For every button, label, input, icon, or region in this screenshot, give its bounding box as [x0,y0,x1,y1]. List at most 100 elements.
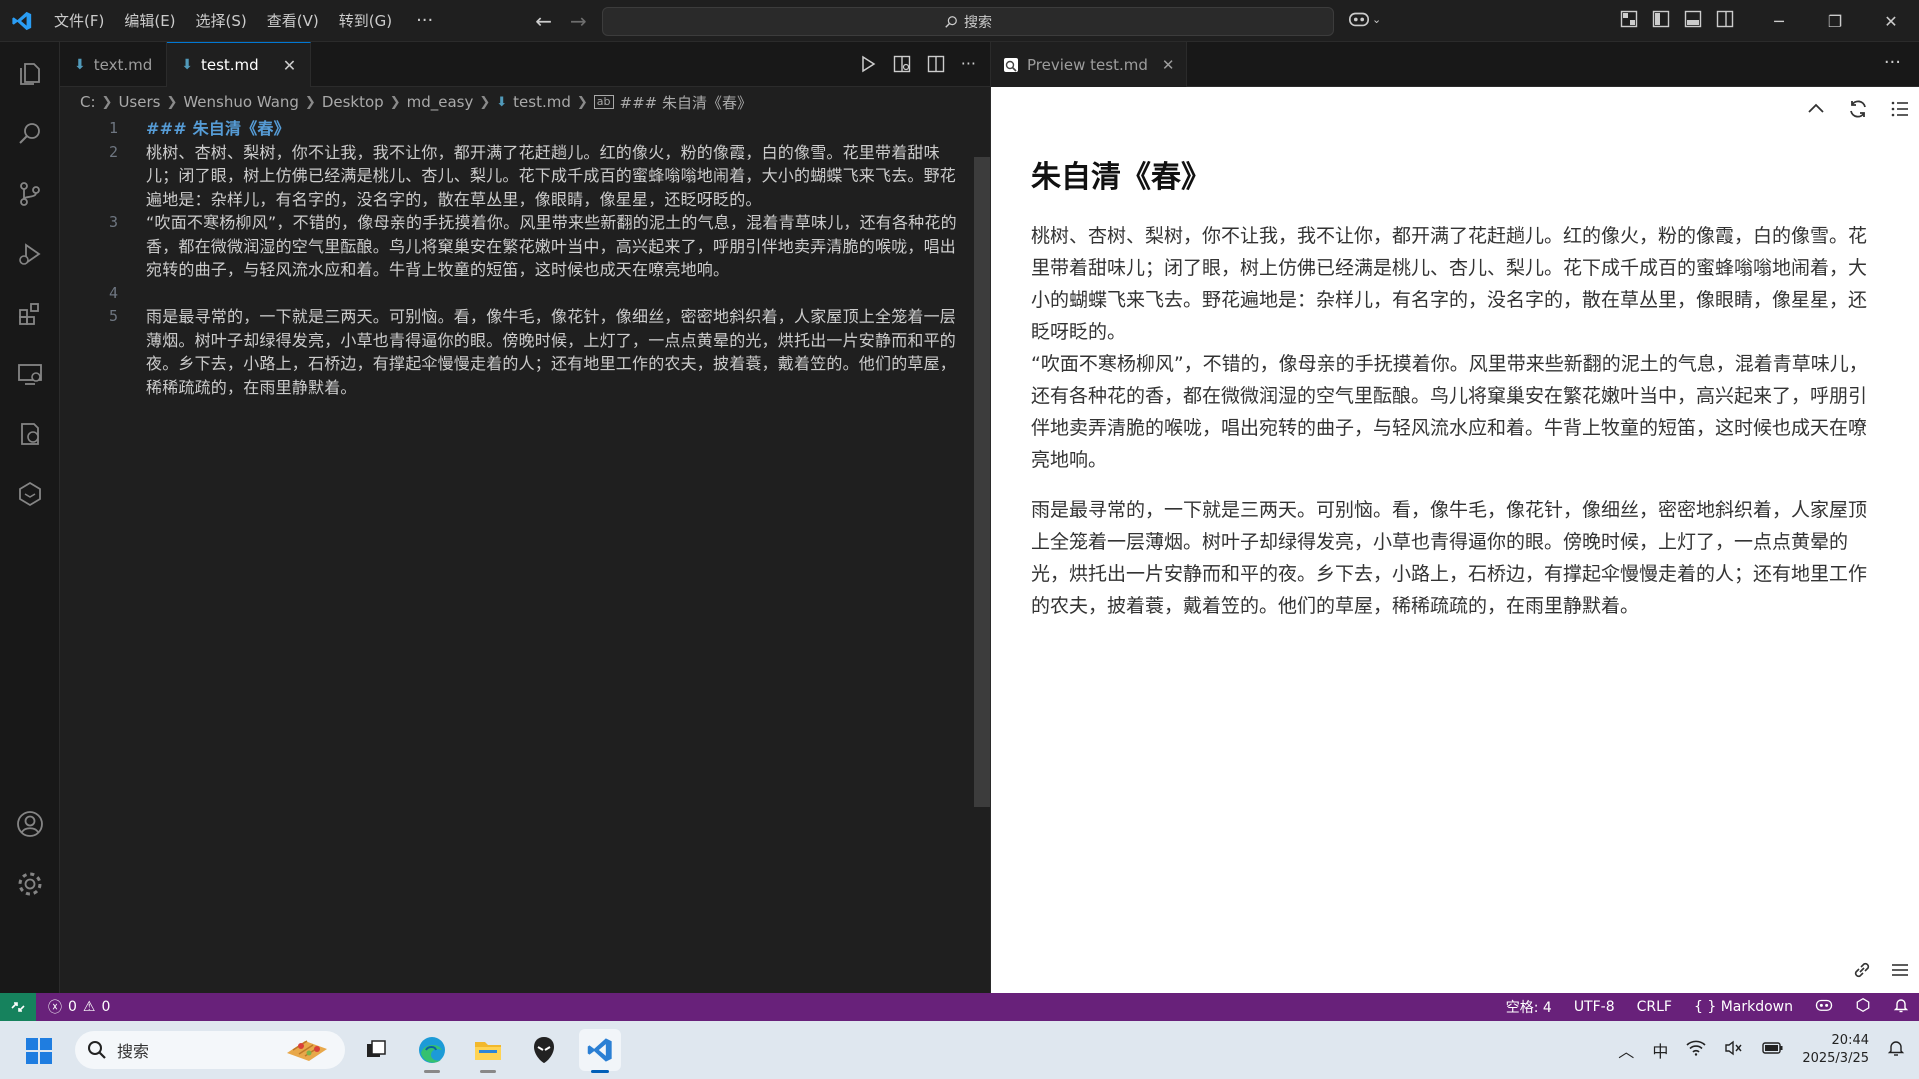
copilot-icon [1349,12,1369,27]
toggle-panel-icon[interactable] [1684,10,1702,28]
clock-date: 2025/3/25 [1802,1051,1869,1066]
notification-center-icon[interactable] [1887,1039,1905,1061]
copilot-chat-icon[interactable] [12,476,48,512]
volume-muted-icon[interactable] [1724,1040,1744,1060]
chevron-right-icon: ❯ [576,94,588,110]
copilot-status-icon[interactable] [1815,997,1833,1017]
accounts-icon[interactable] [12,806,48,842]
code-editor[interactable]: 1 ### 朱自清《春》 2 桃树、杏树、梨树，你不让我，我不让你，都开满了花赶… [60,117,974,399]
activity-bar [0,42,60,993]
ime-indicator[interactable]: 中 [1652,1038,1668,1062]
testing-icon[interactable] [12,416,48,452]
split-editor-icon[interactable] [927,55,945,73]
wifi-icon[interactable] [1686,1040,1706,1060]
alienware-app-icon[interactable] [523,1029,565,1071]
tab-preview-test-md[interactable]: Preview test.md ✕ [991,42,1188,87]
toggle-primary-sidebar-icon[interactable] [1652,10,1670,28]
menu-more-button[interactable]: ··· [402,10,447,31]
braces-icon: { } [1693,999,1717,1015]
back-arrow-icon[interactable]: ← [535,9,552,33]
scrollbar-thumb[interactable] [974,157,990,807]
toc-list-icon[interactable] [1889,98,1911,120]
open-preview-side-icon[interactable] [893,55,911,73]
remote-explorer-icon[interactable] [12,356,48,392]
breadcrumb-item[interactable]: md_easy [407,93,474,111]
chevron-right-icon: ❯ [166,94,178,110]
chevron-right-icon: ❯ [304,94,316,110]
line-number: 4 [108,283,118,302]
encoding-status[interactable]: UTF-8 [1574,999,1615,1015]
windows-taskbar: 搜索 ︿ 中 20:44 2025/3/25 [0,1021,1919,1079]
toggle-secondary-sidebar-icon[interactable] [1716,10,1734,28]
breadcrumb-item[interactable]: ### 朱自清《春》 [620,92,752,113]
taskbar-search-box[interactable]: 搜索 [75,1031,345,1069]
menu-selection[interactable]: 选择(S) [186,0,257,42]
tab-label: text.md [93,55,153,74]
menu-view[interactable]: 查看(V) [257,0,329,42]
customize-layout-icon[interactable] [1620,10,1638,28]
file-explorer-icon[interactable] [467,1029,509,1073]
explorer-icon[interactable] [12,56,48,92]
tab-text-md[interactable]: ⬇ text.md [60,42,168,87]
tab-test-md[interactable]: ⬇ test.md ✕ [167,42,312,87]
forward-arrow-icon[interactable]: → [570,9,587,33]
vscode-taskbar-icon[interactable] [579,1029,621,1073]
close-window-button[interactable]: ✕ [1863,0,1919,42]
close-tab-icon[interactable]: ✕ [1162,56,1175,74]
code-line: 4 [60,282,974,306]
chevron-up-icon[interactable] [1805,98,1827,120]
menu-edit[interactable]: 编辑(E) [114,0,185,42]
system-clock[interactable]: 20:44 2025/3/25 [1802,1032,1869,1068]
copilot-chat-status-icon[interactable] [1855,997,1871,1017]
manage-gear-icon[interactable] [12,866,48,902]
battery-icon[interactable] [1762,1040,1784,1060]
breadcrumb-item[interactable]: C: [80,93,96,111]
status-bar: ⓧ 0 ⚠ 0 空格: 4 UTF-8 CRLF { } Markdown [0,993,1919,1021]
refresh-icon[interactable] [1847,98,1869,120]
task-view-icon[interactable] [355,1029,397,1071]
run-icon[interactable] [859,55,877,73]
chevron-right-icon: ❯ [101,94,113,110]
breadcrumb: C: ❯ Users ❯ Wenshuo Wang ❯ Desktop ❯ md_eas… [60,87,990,117]
more-actions-icon[interactable]: ··· [1884,52,1901,73]
breadcrumb-item[interactable]: Desktop [322,93,384,111]
menu-go[interactable]: 转到(G) [329,0,402,42]
preview-heading: 朱自清《春》 [1031,160,1211,195]
menu-file[interactable]: 文件(F) [44,0,114,42]
copilot-button[interactable]: ⌄ [1348,9,1381,29]
more-actions-icon[interactable]: ··· [961,54,976,73]
problems-indicator[interactable]: ⓧ 0 ⚠ 0 [48,997,110,1017]
chevron-right-icon: ❯ [479,94,491,110]
chevron-up-icon[interactable]: ︿ [1618,1038,1634,1062]
restore-button[interactable]: ❐ [1807,0,1863,42]
minimize-button[interactable]: ─ [1751,0,1807,42]
close-tab-icon[interactable]: ✕ [283,56,296,75]
edge-browser-icon[interactable] [411,1029,453,1073]
taskbar-search-placeholder: 搜索 [117,1042,150,1061]
language-mode[interactable]: { } Markdown [1694,999,1793,1015]
indentation-status[interactable]: 空格: 4 [1506,997,1552,1017]
breadcrumb-item[interactable]: test.md [513,93,571,111]
extensions-icon[interactable] [12,296,48,332]
breadcrumb-item[interactable]: Users [118,93,160,111]
running-indicator [424,1070,440,1073]
link-icon[interactable] [1851,959,1873,981]
search-highlight-waffle-icon [281,1035,333,1065]
search-icon[interactable] [12,116,48,152]
run-debug-icon[interactable] [12,236,48,272]
preview-icon [1004,57,1018,72]
source-control-icon[interactable] [12,176,48,212]
vscode-logo-icon [0,0,44,42]
command-center-search[interactable]: 搜索 [602,7,1334,36]
code-line-text: 桃树、杏树、梨树，你不让我，我不让你，都开满了花赶趟儿。红的像火，粉的像霞，白的… [146,142,957,209]
notifications-bell-icon[interactable] [1893,997,1909,1017]
warning-count: 0 [101,999,111,1015]
eol-status[interactable]: CRLF [1637,999,1672,1015]
menu-lines-icon[interactable] [1889,959,1911,981]
breadcrumb-item[interactable]: Wenshuo Wang [183,93,299,111]
code-line-text: ### 朱自清《春》 [146,119,290,138]
editor-group: ⬇ text.md ⬇ test.md ✕ ··· C: ❯ Users ❯ Wen… [60,42,990,993]
windows-start-icon[interactable] [26,1038,52,1068]
remote-indicator-icon[interactable] [0,993,36,1021]
code-line: 1 ### 朱自清《春》 [60,117,974,141]
